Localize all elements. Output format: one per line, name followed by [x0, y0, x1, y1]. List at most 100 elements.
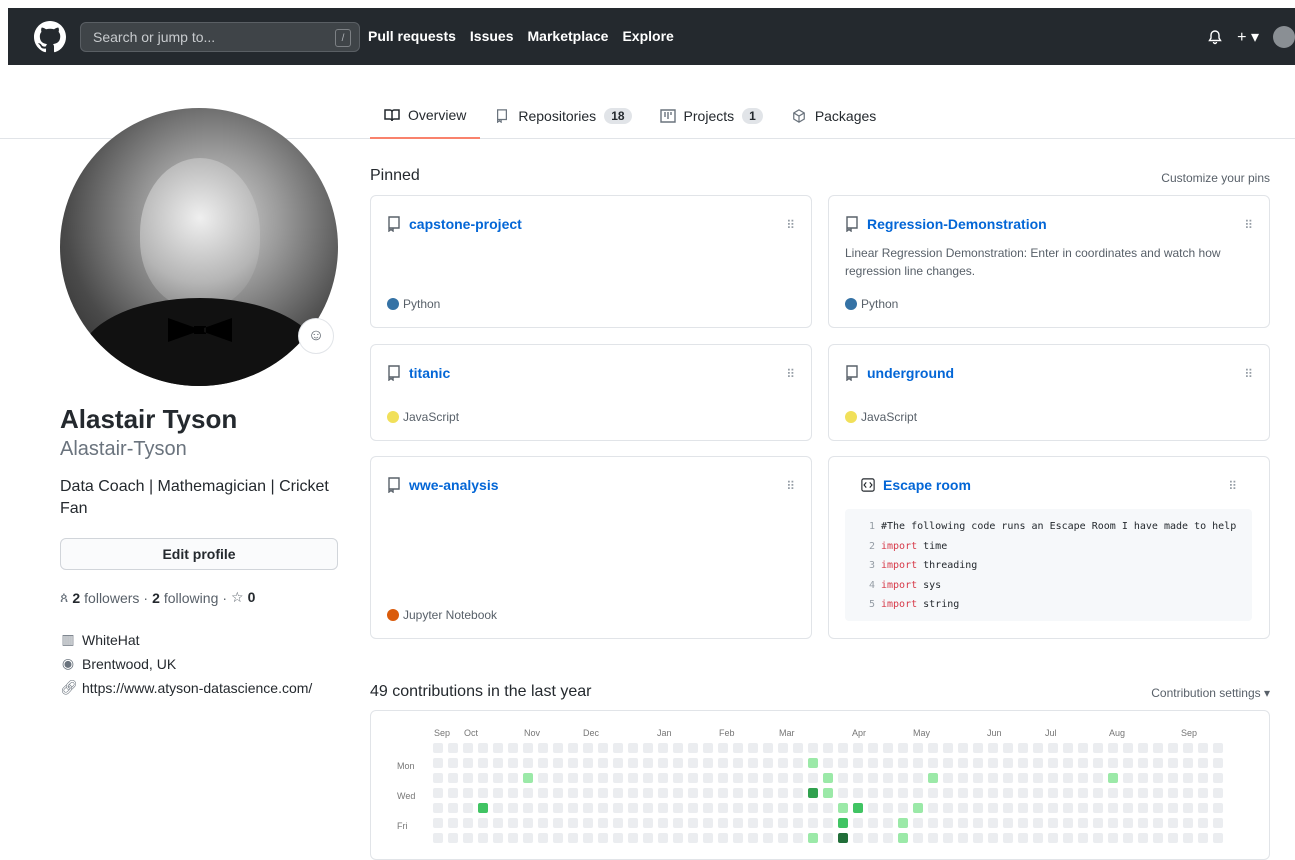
contribution-day-cell[interactable]: [1003, 788, 1013, 798]
contribution-day-cell[interactable]: [988, 803, 998, 813]
contribution-day-cell[interactable]: [733, 743, 743, 753]
contribution-day-cell[interactable]: [1003, 833, 1013, 843]
contribution-day-cell[interactable]: [1078, 743, 1088, 753]
contribution-day-cell[interactable]: [463, 773, 473, 783]
contribution-day-cell[interactable]: [643, 833, 653, 843]
contribution-day-cell[interactable]: [568, 743, 578, 753]
contribution-day-cell[interactable]: [568, 788, 578, 798]
contribution-day-cell[interactable]: [688, 788, 698, 798]
contribution-day-cell[interactable]: [928, 758, 938, 768]
contribution-day-cell[interactable]: [1153, 833, 1163, 843]
contribution-day-cell[interactable]: [1063, 743, 1073, 753]
contribution-day-cell[interactable]: [1078, 833, 1088, 843]
contribution-day-cell[interactable]: [868, 743, 878, 753]
contribution-day-cell[interactable]: [583, 788, 593, 798]
contribution-day-cell[interactable]: [493, 833, 503, 843]
contribution-day-cell[interactable]: [808, 743, 818, 753]
contribution-day-cell[interactable]: [1048, 758, 1058, 768]
contribution-day-cell[interactable]: [718, 758, 728, 768]
contribution-day-cell[interactable]: [1183, 788, 1193, 798]
contribution-day-cell[interactable]: [478, 803, 488, 813]
contribution-day-cell[interactable]: [733, 803, 743, 813]
contribution-day-cell[interactable]: [1153, 788, 1163, 798]
contribution-day-cell[interactable]: [793, 788, 803, 798]
contribution-day-cell[interactable]: [448, 818, 458, 828]
contribution-day-cell[interactable]: [943, 758, 953, 768]
contribution-day-cell[interactable]: [883, 743, 893, 753]
contribution-day-cell[interactable]: [688, 818, 698, 828]
contribution-day-cell[interactable]: [823, 788, 833, 798]
contribution-day-cell[interactable]: [1018, 773, 1028, 783]
contribution-day-cell[interactable]: [433, 788, 443, 798]
contribution-day-cell[interactable]: [1108, 818, 1118, 828]
contribution-day-cell[interactable]: [973, 743, 983, 753]
contribution-day-cell[interactable]: [523, 833, 533, 843]
contribution-day-cell[interactable]: [943, 788, 953, 798]
contribution-day-cell[interactable]: [493, 743, 503, 753]
contribution-day-cell[interactable]: [958, 788, 968, 798]
contribution-day-cell[interactable]: [583, 818, 593, 828]
contribution-day-cell[interactable]: [703, 758, 713, 768]
contribution-day-cell[interactable]: [748, 773, 758, 783]
contribution-day-cell[interactable]: [1123, 803, 1133, 813]
contribution-day-cell[interactable]: [748, 803, 758, 813]
contribution-day-cell[interactable]: [688, 773, 698, 783]
contribution-day-cell[interactable]: [628, 758, 638, 768]
contribution-day-cell[interactable]: [838, 833, 848, 843]
contribution-day-cell[interactable]: [553, 803, 563, 813]
contribution-day-cell[interactable]: [973, 758, 983, 768]
contribution-day-cell[interactable]: [688, 833, 698, 843]
contribution-day-cell[interactable]: [538, 803, 548, 813]
contribution-day-cell[interactable]: [508, 833, 518, 843]
contribution-day-cell[interactable]: [763, 743, 773, 753]
contribution-day-cell[interactable]: [1033, 773, 1043, 783]
contribution-day-cell[interactable]: [673, 803, 683, 813]
contribution-day-cell[interactable]: [553, 773, 563, 783]
contribution-day-cell[interactable]: [703, 833, 713, 843]
contribution-day-cell[interactable]: [853, 758, 863, 768]
contribution-day-cell[interactable]: [958, 833, 968, 843]
contribution-day-cell[interactable]: [943, 803, 953, 813]
contribution-day-cell[interactable]: [583, 803, 593, 813]
contribution-day-cell[interactable]: [868, 788, 878, 798]
contribution-day-cell[interactable]: [568, 833, 578, 843]
contribution-day-cell[interactable]: [538, 788, 548, 798]
contribution-day-cell[interactable]: [763, 788, 773, 798]
contribution-day-cell[interactable]: [508, 743, 518, 753]
search-input[interactable]: Search or jump to... /: [80, 22, 360, 52]
contribution-day-cell[interactable]: [523, 758, 533, 768]
contribution-day-cell[interactable]: [808, 833, 818, 843]
contribution-day-cell[interactable]: [808, 803, 818, 813]
contribution-day-cell[interactable]: [1153, 803, 1163, 813]
contribution-day-cell[interactable]: [883, 758, 893, 768]
contribution-day-cell[interactable]: [643, 818, 653, 828]
contribution-day-cell[interactable]: [1093, 818, 1103, 828]
contribution-day-cell[interactable]: [793, 758, 803, 768]
contribution-day-cell[interactable]: [1213, 833, 1223, 843]
contribution-day-cell[interactable]: [748, 788, 758, 798]
contribution-day-cell[interactable]: [1048, 818, 1058, 828]
contribution-settings-dropdown[interactable]: Contribution settings ▾: [1151, 686, 1270, 700]
contribution-day-cell[interactable]: [823, 833, 833, 843]
contribution-day-cell[interactable]: [838, 773, 848, 783]
contribution-day-cell[interactable]: [1018, 788, 1028, 798]
contribution-day-cell[interactable]: [508, 758, 518, 768]
contribution-day-cell[interactable]: [1078, 788, 1088, 798]
contribution-day-cell[interactable]: [1048, 788, 1058, 798]
contribution-day-cell[interactable]: [463, 833, 473, 843]
contribution-day-cell[interactable]: [928, 803, 938, 813]
contribution-day-cell[interactable]: [433, 833, 443, 843]
contribution-day-cell[interactable]: [988, 788, 998, 798]
contribution-day-cell[interactable]: [478, 818, 488, 828]
contribution-day-cell[interactable]: [898, 743, 908, 753]
nav-issues[interactable]: Issues: [470, 28, 514, 44]
contribution-day-cell[interactable]: [643, 788, 653, 798]
contribution-day-cell[interactable]: [883, 803, 893, 813]
nav-pull-requests[interactable]: Pull requests: [368, 28, 456, 44]
contribution-day-cell[interactable]: [733, 788, 743, 798]
contribution-day-cell[interactable]: [973, 803, 983, 813]
tab-projects[interactable]: Projects 1: [646, 93, 777, 139]
contribution-day-cell[interactable]: [838, 758, 848, 768]
contribution-day-cell[interactable]: [778, 818, 788, 828]
contribution-day-cell[interactable]: [748, 743, 758, 753]
